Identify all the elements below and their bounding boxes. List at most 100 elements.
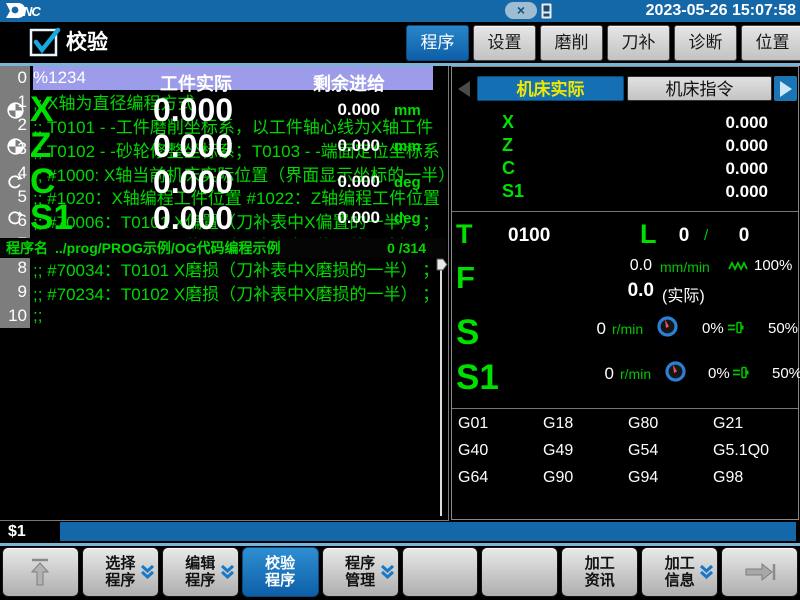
program-line-counter: 0 /314	[387, 240, 440, 256]
chevron-down-icon	[140, 565, 155, 579]
scrollbar-thumb-icon[interactable]	[436, 258, 448, 271]
up-arrow-icon	[27, 557, 53, 587]
feed-set-value: 0.0	[602, 257, 652, 275]
line-text: ;;	[33, 304, 446, 328]
softkey-edit-program[interactable]: 编辑 程序	[162, 547, 239, 597]
machine-tab-next-button[interactable]	[774, 76, 797, 101]
channel-bar: $1	[0, 521, 800, 542]
spindle-s-gauge-icon	[656, 315, 679, 338]
machine-axis-name: S1	[502, 181, 524, 202]
softkey-page-right-button[interactable]	[721, 547, 798, 597]
tab-settings[interactable]: 设置	[473, 25, 536, 61]
machine-tab-command[interactable]: 机床指令	[627, 76, 772, 101]
softkey-page-up-button[interactable]	[2, 547, 79, 597]
axis-name: Z	[30, 128, 102, 164]
spindle-s1-speed: 0	[576, 364, 614, 384]
spindle-s1-label: S1	[456, 358, 499, 398]
machine-status-panel: 机床实际 机床指令 X 0.000 Z 0.000 C 0.000 S1 0.0…	[451, 66, 799, 520]
tool-number: 0100	[508, 225, 550, 247]
workpiece-coordinate-panel: 工件实际 剩余进给 X 0.000 0.000 mm Z 0.000 0.000…	[0, 66, 449, 521]
program-path: ../prog/PROG示例/OG代码编程示例	[55, 238, 281, 258]
tab-grinding[interactable]: 磨削	[540, 25, 603, 61]
machine-axis-name: C	[502, 158, 515, 179]
chevron-down-icon	[220, 565, 235, 579]
axis-actual-value: 0.000	[102, 200, 284, 237]
chevron-down-icon	[380, 565, 395, 579]
spindle-s1-override-icon	[732, 365, 749, 380]
close-icon[interactable]: ×	[505, 2, 537, 19]
machine-axis-value: 0.000	[725, 113, 768, 133]
top-tab-bar: 程序 设置 磨削 刀补 诊断 位置	[406, 25, 800, 61]
spindle-s-override-icon	[727, 320, 744, 335]
softkey-label: 程序	[345, 555, 375, 572]
gcode: G18	[543, 415, 628, 442]
program-line[interactable]: 10;;	[0, 304, 446, 328]
axis-unit: deg	[380, 174, 446, 191]
gcode: G01	[458, 415, 543, 442]
program-scrollbar[interactable]	[435, 258, 447, 520]
spindle-s1-unit: r/min	[620, 366, 651, 382]
tab-tool-comp[interactable]: 刀补	[607, 25, 670, 61]
tab-position[interactable]: 位置	[741, 25, 800, 61]
machine-axis-value: 0.000	[725, 136, 768, 156]
spindle-s1-override: 50%	[772, 365, 800, 382]
feed-override-icon	[728, 261, 750, 271]
softkey-program-manage[interactable]: 程序 管理	[322, 547, 399, 597]
axis-name: X	[30, 92, 102, 128]
softkey-select-program[interactable]: 选择 程序	[82, 547, 159, 597]
linear-axis-icon	[0, 138, 30, 155]
tab-diagnosis[interactable]: 诊断	[674, 25, 737, 61]
spindle-s-speed: 0	[568, 319, 606, 339]
axis-actual-value: 0.000	[102, 92, 284, 129]
softkey-label: 管理	[345, 572, 375, 589]
program-line[interactable]: 8;; #70034：T0101 X磨损（刀补表中X磨损的一半） ；	[0, 256, 446, 280]
right-arrow-icon	[779, 80, 793, 98]
softkey-machining-message[interactable]: 加工 信息	[641, 547, 718, 597]
machine-axis-row: X 0.000	[452, 111, 798, 134]
l-count-value: 0	[674, 225, 694, 247]
line-text: ;; #70034：T0101 X磨损（刀补表中X磨损的一半） ；	[33, 256, 446, 280]
machine-tab-actual[interactable]: 机床实际	[477, 76, 624, 101]
spindle-s1-gauge-icon	[664, 360, 687, 383]
gcode: G21	[713, 415, 794, 442]
softkey-label: 信息	[665, 572, 695, 589]
l-total-value: 0	[734, 225, 754, 247]
softkey-machining-info[interactable]: 加工 资讯	[561, 547, 638, 597]
spindle-s-load: 0%	[702, 320, 724, 337]
spindle-s-override: 50%	[768, 320, 798, 337]
feed-unit: mm/min	[660, 259, 710, 275]
softkey-label: 选择	[105, 555, 135, 572]
softkey-verify-program[interactable]: 校验 程序	[242, 547, 319, 597]
softkey-label: 程序	[185, 572, 215, 589]
gcode: G54	[628, 442, 713, 469]
gcode: G49	[543, 442, 628, 469]
page-title: 校验	[66, 22, 108, 63]
softkey-label: 加工	[665, 555, 695, 572]
line-number: 0	[0, 66, 30, 90]
softkey-empty[interactable]	[481, 547, 558, 597]
line-number: 9	[0, 280, 30, 304]
axis-actual-value: 0.000	[102, 128, 284, 165]
spindle-s1-load: 0%	[708, 365, 730, 382]
axis-row-z: Z 0.000 0.000 mm	[0, 128, 446, 164]
logo-text: NC	[23, 4, 40, 19]
l-count-label: L	[640, 219, 657, 250]
softkey-empty[interactable]	[402, 547, 479, 597]
machine-tab-prev-button[interactable]	[454, 77, 474, 101]
axis-remaining-value: 0.000	[284, 100, 380, 120]
channel-label: $1	[8, 521, 26, 542]
gcode: G64	[458, 469, 543, 496]
program-line[interactable]: 9;; #70234：T0102 X磨损（刀补表中X磨损的一半） ；	[0, 280, 446, 304]
axis-remaining-value: 0.000	[284, 136, 380, 156]
axis-actual-value: 0.000	[102, 164, 284, 201]
gcode: G5.1Q0	[713, 442, 794, 469]
machine-axis-row: Z 0.000	[452, 134, 798, 157]
chevron-down-icon	[699, 565, 714, 579]
gcode: G80	[628, 415, 713, 442]
tool-label: T	[456, 219, 473, 250]
program-name-label: 程序名	[6, 238, 48, 258]
scrollbar-track[interactable]	[440, 266, 442, 516]
machine-axis-row: S1 0.000	[452, 180, 798, 203]
tab-program[interactable]: 程序	[406, 25, 469, 61]
brand-logo: NC	[3, 1, 40, 21]
